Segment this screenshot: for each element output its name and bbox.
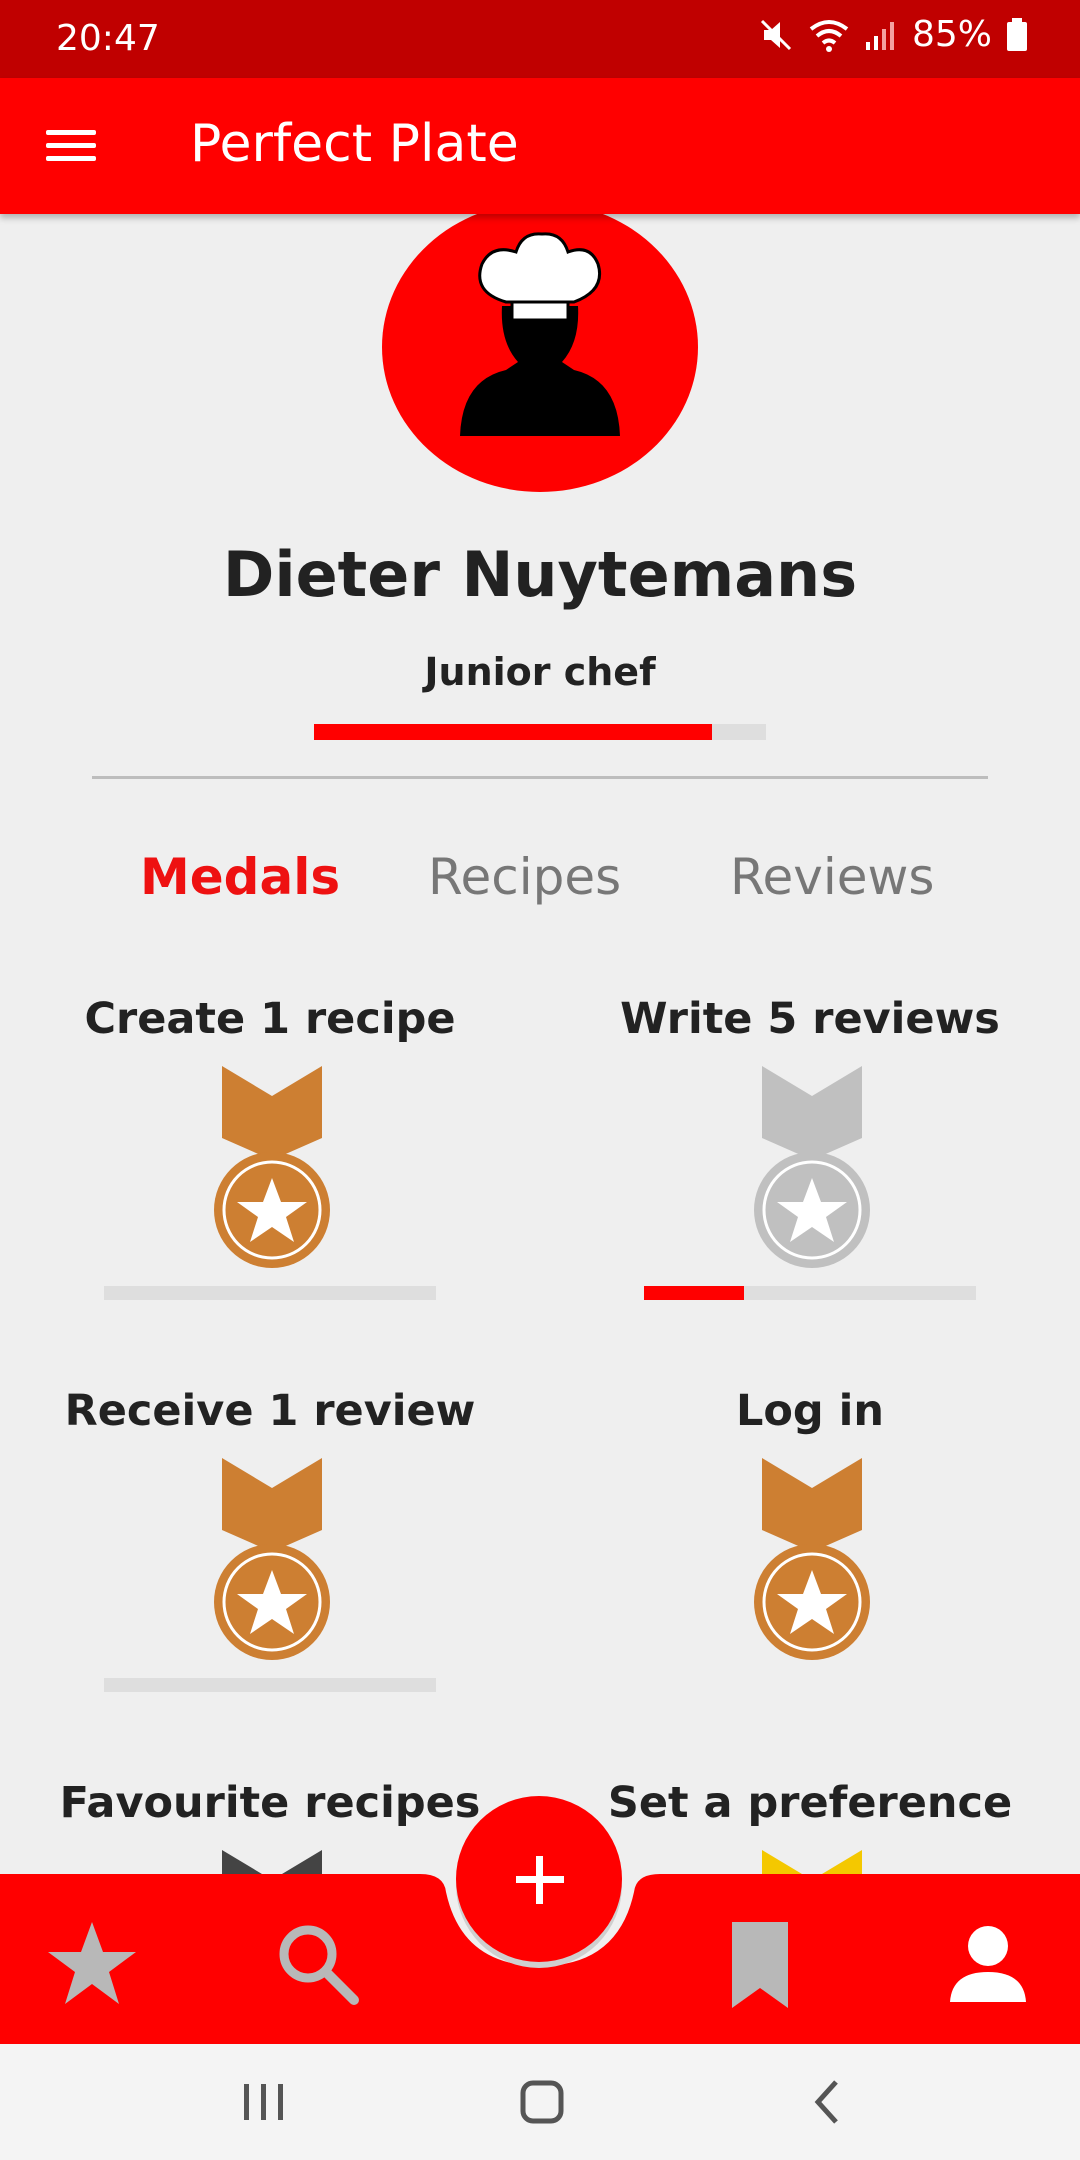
tab-reviews[interactable]: Reviews — [730, 848, 934, 906]
signal-icon — [865, 21, 894, 50]
home-icon[interactable] — [514, 2074, 570, 2130]
battery-percent: 85% — [911, 14, 992, 55]
chef-icon — [460, 232, 620, 436]
star-icon[interactable] — [42, 1914, 142, 2014]
back-icon[interactable] — [800, 2074, 856, 2130]
status-time: 20:47 — [56, 18, 160, 59]
medal-card[interactable]: Log in — [540, 1386, 1080, 1766]
medal-label: Favourite recipes — [59, 1778, 481, 1828]
medal-label: Write 5 reviews — [620, 994, 1000, 1044]
mute-icon — [760, 19, 792, 50]
avatar — [382, 202, 698, 492]
medal-progress-fill — [644, 1286, 744, 1300]
recent-apps-icon[interactable] — [236, 2074, 292, 2130]
medal-icon — [210, 1458, 334, 1662]
profile-name: Dieter Nuytemans — [222, 538, 858, 611]
medal-progress-bar — [644, 1286, 976, 1300]
medal-label: Log in — [735, 1386, 885, 1436]
medal-label: Receive 1 review — [64, 1386, 476, 1436]
wifi-icon — [809, 19, 849, 52]
tab-recipes[interactable]: Recipes — [428, 848, 621, 906]
profile-rank: Junior chef — [424, 650, 656, 694]
app-bar: Perfect Plate — [0, 78, 1080, 214]
menu-icon[interactable] — [46, 130, 96, 162]
bookmark-icon[interactable] — [710, 1914, 810, 2014]
system-navigation-bar — [0, 2044, 1080, 2160]
rank-progress-bar — [314, 724, 766, 740]
app-title: Perfect Plate — [190, 114, 519, 174]
profile-icon[interactable] — [938, 1914, 1038, 2014]
medal-card[interactable]: Write 5 reviews — [540, 994, 1080, 1374]
rank-progress-fill — [314, 724, 712, 740]
tab-medals[interactable]: Medals — [140, 848, 340, 906]
medal-progress-bar — [104, 1286, 436, 1300]
medal-label: Set a preference — [607, 1778, 1013, 1828]
add-recipe-button[interactable] — [456, 1796, 622, 1962]
medal-label: Create 1 recipe — [84, 994, 456, 1044]
medal-progress-bar — [104, 1678, 436, 1692]
status-icons: 85% — [758, 14, 1028, 55]
battery-icon — [1007, 17, 1027, 51]
status-bar: 20:47 85% — [0, 0, 1080, 78]
medal-card[interactable]: Receive 1 review — [0, 1386, 540, 1766]
medal-icon — [750, 1066, 874, 1270]
medal-card[interactable]: Create 1 recipe — [0, 994, 540, 1374]
search-icon[interactable] — [268, 1914, 368, 2014]
divider — [92, 776, 988, 779]
medal-icon — [210, 1066, 334, 1270]
medal-icon — [750, 1458, 874, 1662]
